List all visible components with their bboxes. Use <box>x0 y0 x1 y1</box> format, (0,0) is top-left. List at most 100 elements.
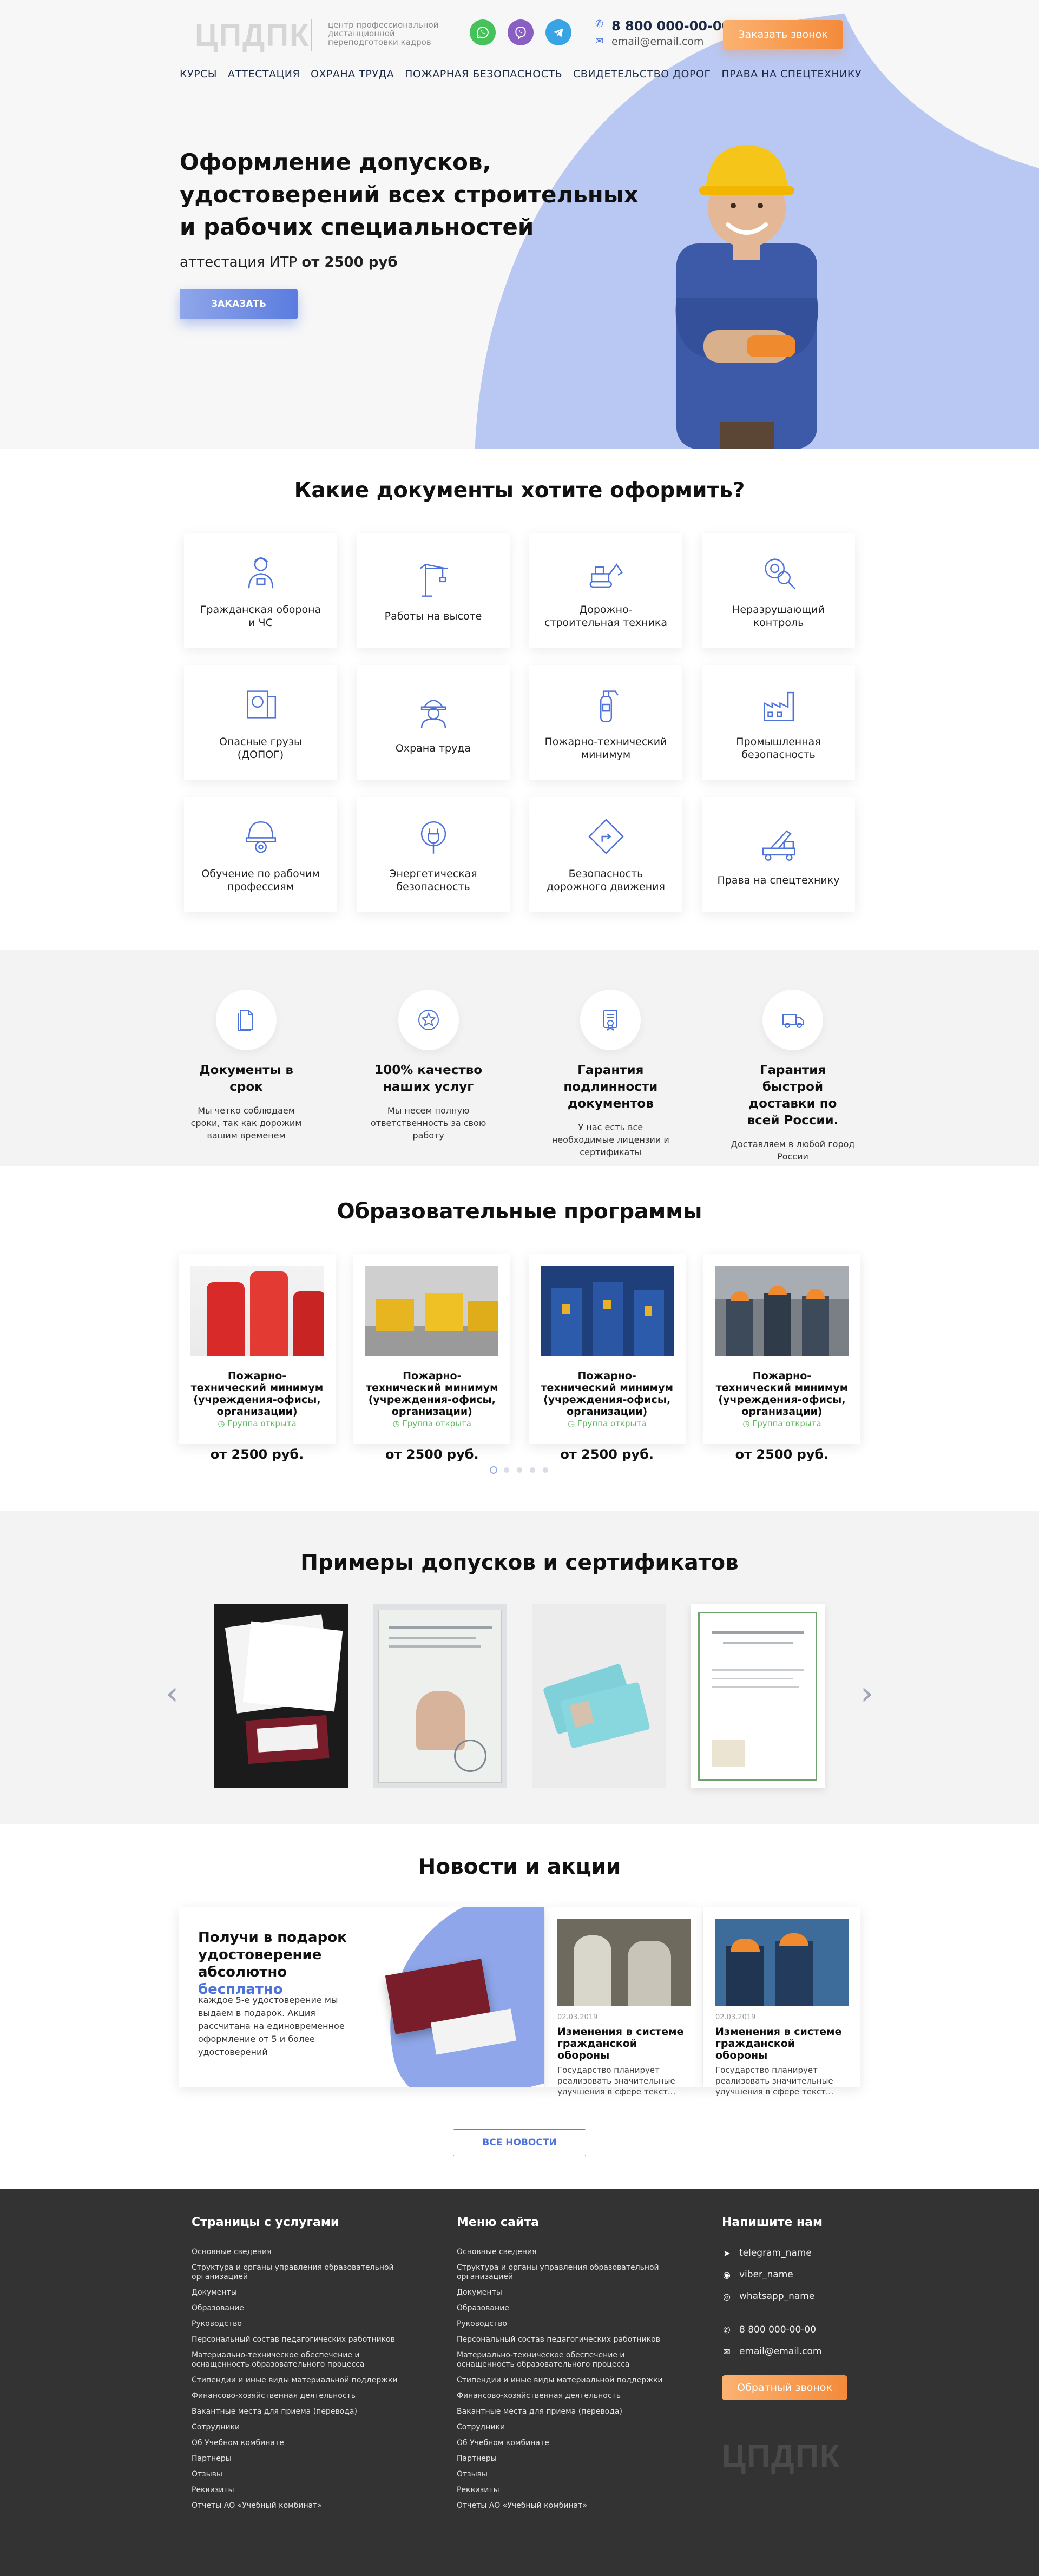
footer-telegram[interactable]: ➤ telegram_name <box>722 2248 863 2258</box>
footer-callback-button[interactable]: Обратный звонок <box>722 2375 847 2400</box>
news-card[interactable]: 02.03.2019 Изменения в системе гражданск… <box>545 1907 702 2097</box>
doc-card[interactable]: Гражданская оборона и ЧС <box>184 533 337 648</box>
footer-link[interactable]: Отзывы <box>192 2470 419 2479</box>
doc-label: Промышленная безопасность <box>736 736 821 761</box>
footer-link[interactable]: Партнеры <box>457 2454 673 2463</box>
footer-whatsapp[interactable]: ◎ whatsapp_name <box>722 2291 863 2302</box>
footer-logo[interactable]: ЦПДПК <box>722 2437 840 2475</box>
worker-helmet-icon <box>420 700 446 728</box>
footer-link[interactable]: Документы <box>192 2288 419 2297</box>
footer-link[interactable]: Финансово-хозяйственная деятельность <box>192 2391 419 2401</box>
carousel-dot[interactable] <box>530 1467 535 1473</box>
footer-services-column: Страницы с услугами Основные сведения Ст… <box>192 2216 419 2517</box>
news-card[interactable]: 02.03.2019 Изменения в системе гражданск… <box>703 1907 860 2097</box>
program-card[interactable]: Пожарно-технический минимум (учреждения-… <box>703 1254 860 1462</box>
program-card[interactable]: Пожарно-технический минимум (учреждения-… <box>179 1254 336 1462</box>
chevron-right-icon[interactable]: › <box>852 1675 873 1712</box>
telegram-icon: ➤ <box>723 2248 731 2258</box>
news-title: Изменения в системе гражданской обороны <box>715 2026 842 2061</box>
nav-courses[interactable]: КУРСЫ <box>180 68 217 80</box>
footer-column-title: Напишите нам <box>722 2216 823 2229</box>
doc-card[interactable]: Энергетическая безопасность <box>357 797 510 912</box>
footer-link[interactable]: Стипендии и иные виды материальной подде… <box>457 2376 673 2385</box>
nav-labor-protection[interactable]: ОХРАНА ТРУДА <box>311 68 394 80</box>
footer-link[interactable]: Отзывы <box>457 2470 673 2479</box>
doc-card[interactable]: Обучение по рабочим профессиям <box>184 797 337 912</box>
order-button[interactable]: ЗАКАЗАТЬ <box>180 289 298 319</box>
footer-link[interactable]: Документы <box>457 2288 673 2297</box>
footer-link[interactable]: Основные сведения <box>192 2248 419 2257</box>
footer-link[interactable]: Структура и органы управления образовате… <box>457 2263 673 2282</box>
whatsapp-icon[interactable] <box>470 19 496 45</box>
carousel-dot[interactable] <box>504 1467 509 1473</box>
header-phone[interactable]: 8 800 000-00-00 <box>611 18 731 34</box>
doc-card[interactable]: Права на спецтехнику <box>702 797 855 912</box>
callback-button[interactable]: Заказать звонок <box>723 20 843 49</box>
hero-title: Оформление допусков, удостоверений всех … <box>180 149 639 240</box>
carousel-dot[interactable] <box>517 1467 522 1473</box>
program-card[interactable]: Пожарно-технический минимум (учреждения-… <box>528 1254 686 1462</box>
doc-card[interactable]: Охрана труда <box>357 665 510 780</box>
footer-email[interactable]: ✉ email@email.com <box>722 2346 863 2357</box>
footer-link[interactable]: Финансово-хозяйственная деятельность <box>457 2391 673 2401</box>
certificate-example[interactable] <box>373 1604 508 1788</box>
footer-link[interactable]: Отчеты АО «Учебный комбинат» <box>457 2501 673 2511</box>
footer-link[interactable]: Образование <box>192 2304 419 2313</box>
doc-label: Пожарно-технический минимум <box>544 736 667 761</box>
doc-card[interactable]: Промышленная безопасность <box>702 665 855 780</box>
viber-icon[interactable] <box>508 19 534 45</box>
all-news-button[interactable]: ВСЕ НОВОСТИ <box>453 2129 586 2156</box>
mail-icon: ✉ <box>723 2346 731 2357</box>
footer-link[interactable]: Основные сведения <box>457 2248 673 2257</box>
nav-fire-safety[interactable]: ПОЖАРНАЯ БЕЗОПАСНОСТЬ <box>405 68 562 80</box>
doc-card[interactable]: Неразрушающий контроль <box>702 533 855 648</box>
footer-link[interactable]: Материально-техническое обеспечение и ос… <box>457 2351 673 2369</box>
nav-special-vehicle-license[interactable]: ПРАВА НА СПЕЦТЕХНИКУ <box>721 68 862 80</box>
news-photo <box>715 1919 849 2006</box>
footer-link[interactable]: Об Учебном комбинате <box>457 2439 673 2448</box>
footer-link[interactable]: Отчеты АО «Учебный комбинат» <box>192 2501 419 2511</box>
site-logo[interactable]: ЦПДПК <box>195 17 310 54</box>
carousel-dot[interactable] <box>491 1467 496 1473</box>
footer-link[interactable]: Реквизиты <box>457 2486 673 2495</box>
footer-link[interactable]: Вакантные места для приема (перевода) <box>457 2407 673 2416</box>
footer-link[interactable]: Реквизиты <box>192 2486 419 2495</box>
footer-link[interactable]: Руководство <box>457 2320 673 2329</box>
footer-link[interactable]: Материально-техническое обеспечение и ос… <box>192 2351 419 2369</box>
footer-link[interactable]: Сотрудники <box>457 2423 673 2432</box>
doc-card[interactable]: Опасные грузы (ДОПОГ) <box>184 665 337 780</box>
star-badge-icon <box>418 1010 439 1030</box>
footer-link[interactable]: Вакантные места для приема (перевода) <box>192 2407 419 2416</box>
footer-link[interactable]: Структура и органы управления образовате… <box>192 2263 419 2282</box>
nav-attestation[interactable]: АТТЕСТАЦИЯ <box>228 68 300 80</box>
footer-link[interactable]: Образование <box>457 2304 673 2313</box>
footer-link[interactable]: Партнеры <box>192 2454 419 2463</box>
footer-phone[interactable]: ✆ 8 800 000-00-00 <box>722 2324 863 2335</box>
doc-card[interactable]: Работы на высоте <box>357 533 510 648</box>
certificate-example[interactable] <box>531 1604 666 1788</box>
telegram-icon[interactable] <box>545 19 571 45</box>
footer-link[interactable]: Об Учебном комбинате <box>192 2439 419 2448</box>
footer-link[interactable]: Стипендии и иные виды материальной подде… <box>192 2376 419 2385</box>
doc-card[interactable]: Пожарно-технический минимум <box>529 665 682 780</box>
doc-card[interactable]: Безопасность дорожного движения <box>529 797 682 912</box>
carousel-dot[interactable] <box>543 1467 548 1473</box>
program-card[interactable]: Пожарно-технический минимум (учреждения-… <box>353 1254 511 1462</box>
footer-link[interactable]: Руководство <box>192 2320 419 2329</box>
chevron-left-icon[interactable]: ‹ <box>166 1675 187 1712</box>
footer-whatsapp-text: whatsapp_name <box>739 2291 815 2302</box>
document-icon <box>238 1010 253 1031</box>
doc-card[interactable]: Дорожно-строительная техника <box>529 533 682 648</box>
header-email[interactable]: email@email.com <box>611 36 703 48</box>
footer-link[interactable]: Персональный состав педагогических работ… <box>192 2335 419 2344</box>
program-photo <box>540 1266 674 1356</box>
site-footer: Страницы с услугами Основные сведения Ст… <box>0 2189 1039 2576</box>
certificate-example[interactable] <box>214 1604 348 1788</box>
promo-text: каждое 5-е удостоверение мы выдаем в под… <box>198 1995 345 2057</box>
certificate-example[interactable] <box>691 1604 825 1788</box>
footer-viber[interactable]: ◉ viber_name <box>722 2269 863 2280</box>
footer-link[interactable]: Сотрудники <box>192 2423 419 2432</box>
promo-card[interactable]: Получи в подарок удостоверение абсолютно… <box>179 1907 544 2087</box>
footer-link[interactable]: Персональный состав педагогических работ… <box>457 2335 673 2344</box>
nav-road-certificate[interactable]: СВИДЕТЕЛЬСТВО ДОРОГ <box>573 68 711 80</box>
